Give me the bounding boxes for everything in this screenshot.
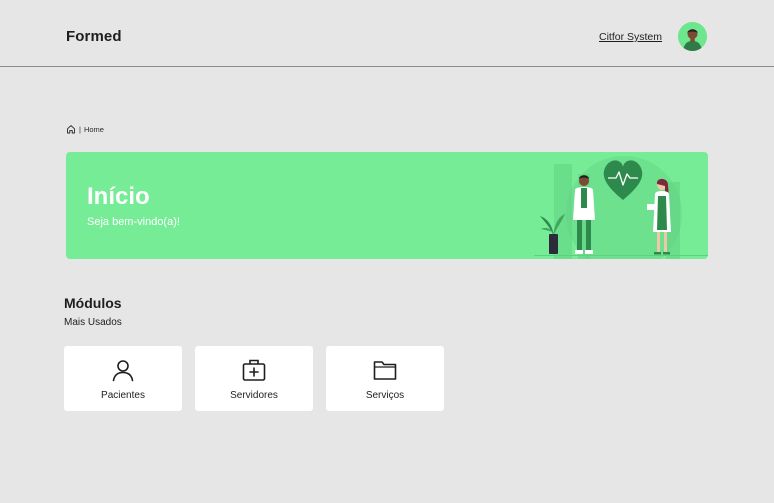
module-card-servicos[interactable]: Serviços	[326, 346, 444, 411]
module-card-pacientes[interactable]: Pacientes	[64, 346, 182, 411]
breadcrumb: | Home	[66, 123, 104, 135]
folder-icon	[373, 358, 397, 382]
welcome-message: Seja bem-vindo(a)!	[87, 216, 180, 228]
breadcrumb-separator: |	[79, 124, 81, 134]
modules-subheading: Mais Usados	[64, 317, 122, 328]
user-avatar-icon[interactable]	[678, 22, 707, 51]
module-card-label: Serviços	[365, 390, 405, 401]
page-title: Início	[87, 183, 150, 210]
module-card-servidores[interactable]: Servidores	[195, 346, 313, 411]
user-name-link[interactable]: Citfor System	[599, 31, 662, 43]
user-icon	[111, 358, 135, 382]
page: Formed Citfor System | Home Início Seja …	[0, 0, 774, 503]
module-card-label: Servidores	[230, 390, 278, 401]
breadcrumb-current: Home	[83, 124, 104, 134]
modules-heading: Módulos	[64, 295, 122, 311]
brand-logo[interactable]: Formed	[66, 28, 122, 45]
home-icon[interactable]	[66, 124, 76, 134]
module-card-label: Pacientes	[101, 390, 145, 401]
doctors-heart-illustration	[534, 152, 708, 259]
top-header: Formed Citfor System	[0, 0, 774, 67]
module-cards: Pacientes Servidores Serviços	[64, 346, 444, 411]
medical-kit-icon	[242, 358, 266, 382]
welcome-banner: Início Seja bem-vindo(a)!	[66, 152, 708, 259]
